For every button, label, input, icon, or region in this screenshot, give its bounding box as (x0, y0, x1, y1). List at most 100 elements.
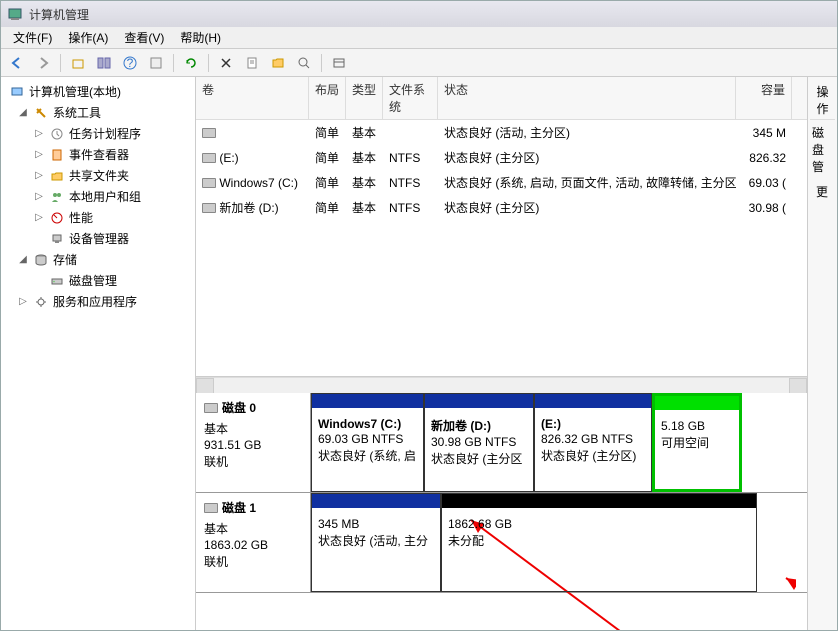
menu-help[interactable]: 帮助(H) (172, 27, 229, 48)
col-capacity[interactable]: 容量 (736, 77, 792, 119)
cell-status: 状态良好 (主分区) (438, 197, 736, 218)
partition-size: 5.18 GB (661, 419, 733, 433)
partition-body: (E:)826.32 GB NTFS状态良好 (主分区) (535, 408, 651, 491)
tree-storage[interactable]: ◢ 存储 (3, 249, 193, 270)
properties-icon[interactable] (240, 52, 264, 74)
horizontal-scrollbar[interactable] (196, 377, 807, 393)
partition[interactable]: 5.18 GB可用空间 (652, 393, 742, 492)
forward-button[interactable] (31, 52, 55, 74)
expand-icon[interactable]: ▷ (33, 191, 45, 203)
col-layout[interactable]: 布局 (309, 77, 346, 119)
expand-icon[interactable]: ▷ (33, 149, 45, 161)
disk-info[interactable]: 磁盘 1基本1863.02 GB联机 (196, 493, 311, 592)
partition-status: 状态良好 (活动, 主分 (318, 532, 434, 549)
col-type[interactable]: 类型 (346, 77, 383, 119)
toolbar: ? (1, 49, 837, 77)
svg-text:?: ? (127, 56, 134, 70)
partition-status: 未分配 (448, 532, 750, 549)
collapse-icon[interactable]: ◢ (17, 107, 29, 119)
folder-icon[interactable] (266, 52, 290, 74)
cell-layout: 简单 (309, 197, 346, 218)
cell-volume: (E:) (196, 147, 309, 168)
tree-services[interactable]: ▷ 服务和应用程序 (3, 291, 193, 312)
tree-device-manager[interactable]: 设备管理器 (3, 228, 193, 249)
partition[interactable]: 1862.68 GB未分配 (441, 493, 757, 592)
delete-button[interactable] (214, 52, 238, 74)
tree-disk-management[interactable]: 磁盘管理 (3, 270, 193, 291)
menu-file[interactable]: 文件(F) (5, 27, 60, 48)
up-button[interactable] (66, 52, 90, 74)
computer-icon (9, 84, 25, 100)
tree-label: 服务和应用程序 (53, 293, 137, 310)
volume-row[interactable]: 简单基本状态良好 (活动, 主分区)345 M (196, 120, 807, 145)
tree-label: 共享文件夹 (69, 167, 129, 184)
help-button[interactable]: ? (118, 52, 142, 74)
search-icon[interactable] (292, 52, 316, 74)
show-hide-button[interactable] (92, 52, 116, 74)
actions-panel: 操作 磁盘管 更 (807, 77, 837, 630)
actions-item[interactable]: 更 (810, 179, 835, 204)
volume-row[interactable]: (E:)简单基本NTFS状态良好 (主分区)826.32 (196, 145, 807, 170)
actions-item[interactable]: 磁盘管 (810, 120, 835, 179)
tree-event-viewer[interactable]: ▷ 事件查看器 (3, 144, 193, 165)
partition-size: 1862.68 GB (448, 517, 750, 531)
expand-icon[interactable]: ▷ (33, 128, 45, 140)
tree-label: 性能 (69, 209, 93, 226)
col-volume[interactable]: 卷 (196, 77, 309, 119)
cell-layout: 简单 (309, 172, 346, 193)
partition-body: 345 MB状态良好 (活动, 主分 (312, 508, 440, 591)
partition-status: 状态良好 (主分区 (431, 450, 527, 467)
back-button[interactable] (5, 52, 29, 74)
cell-type: 基本 (346, 172, 383, 193)
toolbar-separator (208, 54, 209, 72)
partition-size: 826.32 GB NTFS (541, 432, 645, 446)
expand-icon[interactable]: ▷ (33, 170, 45, 182)
tree-label: 系统工具 (53, 104, 101, 121)
blank-toggle (33, 233, 45, 245)
collapse-icon[interactable]: ◢ (17, 254, 29, 266)
tree-shared-folders[interactable]: ▷ 共享文件夹 (3, 165, 193, 186)
drive-icon (204, 503, 218, 513)
main-area: 计算机管理(本地) ◢ 系统工具 ▷ 任务计划程序 ▷ 事件查看器 ▷ 共享文件… (1, 77, 837, 630)
partition-status: 状态良好 (系统, 启 (318, 447, 417, 464)
cell-volume: 新加卷 (D:) (196, 197, 309, 218)
partition-body: 1862.68 GB未分配 (442, 508, 756, 591)
cell-fs: NTFS (383, 197, 438, 218)
tree-root[interactable]: 计算机管理(本地) (3, 81, 193, 102)
cell-type: 基本 (346, 122, 383, 143)
partition-status: 状态良好 (主分区) (541, 447, 645, 464)
disk-info[interactable]: 磁盘 0基本931.51 GB联机 (196, 393, 311, 492)
volume-row[interactable]: 新加卷 (D:)简单基本NTFS状态良好 (主分区)30.98 ( (196, 195, 807, 220)
cell-type: 基本 (346, 197, 383, 218)
cell-fs: NTFS (383, 172, 438, 193)
partition-header (535, 394, 651, 408)
col-status[interactable]: 状态 (438, 77, 736, 119)
tree-task-scheduler[interactable]: ▷ 任务计划程序 (3, 123, 193, 144)
refresh-button[interactable] (179, 52, 203, 74)
expand-icon[interactable]: ▷ (17, 296, 29, 308)
properties-button[interactable] (144, 52, 168, 74)
expand-icon[interactable]: ▷ (33, 212, 45, 224)
volume-row[interactable]: Windows7 (C:)简单基本NTFS状态良好 (系统, 启动, 页面文件,… (196, 170, 807, 195)
partition-header (442, 494, 756, 508)
tree-performance[interactable]: ▷ 性能 (3, 207, 193, 228)
list-icon[interactable] (327, 52, 351, 74)
menu-view[interactable]: 查看(V) (116, 27, 172, 48)
list-header: 卷 布局 类型 文件系统 状态 容量 (196, 77, 807, 120)
tree-system-tools[interactable]: ◢ 系统工具 (3, 102, 193, 123)
partition[interactable]: (E:)826.32 GB NTFS状态良好 (主分区) (534, 393, 652, 492)
tree-local-users[interactable]: ▷ 本地用户和组 (3, 186, 193, 207)
col-filesystem[interactable]: 文件系统 (383, 77, 438, 119)
disk-row: 磁盘 0基本931.51 GB联机Windows7 (C:)69.03 GB N… (196, 393, 807, 493)
disk-row: 磁盘 1基本1863.02 GB联机345 MB状态良好 (活动, 主分1862… (196, 493, 807, 593)
partition-body: Windows7 (C:)69.03 GB NTFS状态良好 (系统, 启 (312, 408, 423, 491)
menu-action[interactable]: 操作(A) (60, 27, 116, 48)
drive-icon (202, 203, 216, 213)
partition[interactable]: Windows7 (C:)69.03 GB NTFS状态良好 (系统, 启 (311, 393, 424, 492)
partition[interactable]: 345 MB状态良好 (活动, 主分 (311, 493, 441, 592)
cell-capacity: 30.98 ( (736, 197, 792, 218)
tree-label: 本地用户和组 (69, 188, 141, 205)
partition[interactable]: 新加卷 (D:)30.98 GB NTFS状态良好 (主分区 (424, 393, 534, 492)
menubar: 文件(F) 操作(A) 查看(V) 帮助(H) (1, 27, 837, 49)
center-panel: 卷 布局 类型 文件系统 状态 容量 简单基本状态良好 (活动, 主分区)345… (196, 77, 807, 630)
